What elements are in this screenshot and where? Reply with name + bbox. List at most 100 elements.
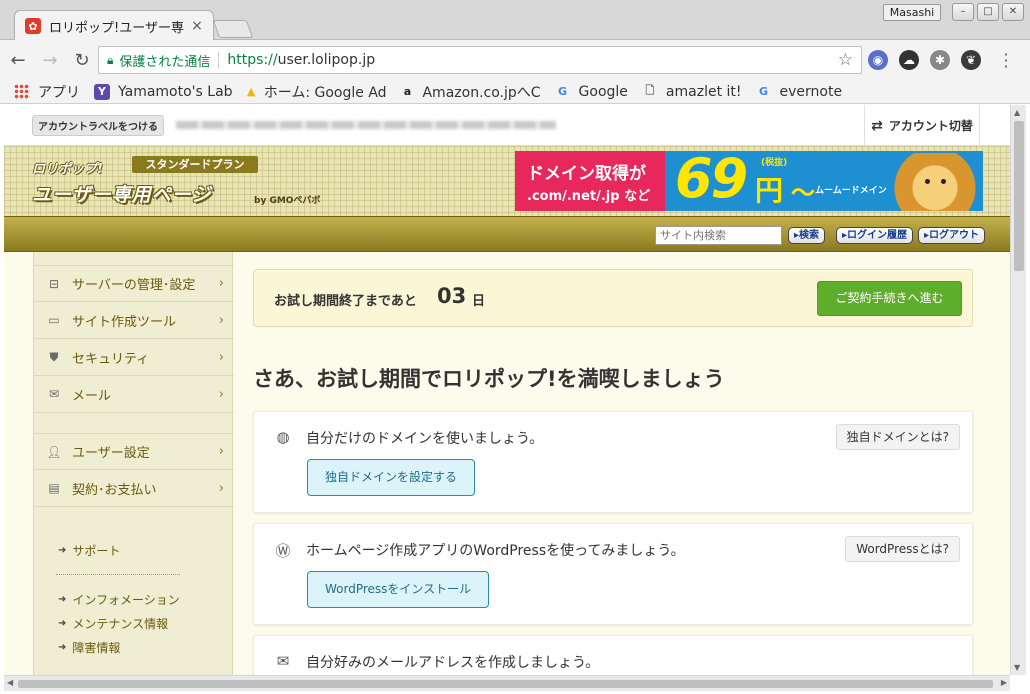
header-banner: ロリポップ! スタンダードプラン ユーザー専用ページ by GMOペパボ ドメイ… [4, 146, 1010, 216]
logo-top-text: ロリポップ! [32, 162, 103, 177]
lock-icon: 🔒︎ [107, 52, 114, 67]
bookmark-label: アプリ [38, 84, 80, 101]
bookmark-yamamoto[interactable]: Y Yamamoto's Lab [94, 83, 233, 100]
tool-strip: ▸検索 ▸ログイン履歴 ▸ログアウト [4, 216, 1010, 252]
credit-card-icon: ▤ [48, 481, 60, 495]
extension-cloud-icon[interactable]: ☁ [899, 50, 919, 70]
bookmark-amazon[interactable]: a Amazon.co.jpへC [401, 82, 541, 102]
dog-image [887, 153, 983, 211]
account-switch-label: アカウント切替 [888, 119, 973, 133]
sidebar-item-security[interactable]: ⛊ セキュリティ › [34, 339, 234, 376]
sidebar-link-outage[interactable]: ➜ 障害情報 [58, 639, 120, 656]
reload-icon[interactable]: ↻ [68, 46, 96, 74]
sidebar-link-maintenance[interactable]: ➜ メンテナンス情報 [58, 615, 168, 632]
chevron-right-icon: › [218, 276, 224, 291]
sidebar-link-information[interactable]: ➜ インフォメーション [58, 591, 180, 608]
back-arrow-icon[interactable]: ← [4, 46, 32, 74]
envelope-icon: ✉ [276, 652, 290, 670]
set-domain-button[interactable]: 独自ドメインを設定する [307, 459, 476, 496]
ad-brand: ムームードメイン [815, 186, 887, 196]
amazon-icon: a [403, 85, 412, 98]
new-tab-button[interactable] [212, 20, 254, 38]
bookmark-evernote[interactable]: G evernote [756, 83, 843, 100]
menu-dots-icon[interactable]: · · · [1000, 47, 1012, 75]
bookmark-label: amazlet it! [665, 83, 742, 100]
ad-line2: .com/.net/.jp など [527, 189, 651, 204]
card-text: 自分好みのメールアドレスを作成しましょう。 [306, 655, 600, 671]
login-history-button[interactable]: ▸ログイン履歴 [836, 227, 914, 244]
maximize-button[interactable]: □ [977, 3, 999, 21]
vertical-scroll-thumb[interactable] [1014, 121, 1024, 271]
contract-button[interactable]: ご契約手続きへ進む [817, 281, 962, 316]
ad-banner[interactable]: ドメイン取得が .com/.net/.jp など 69 (税抜) 円 ～ ムーム… [515, 151, 983, 211]
ad-left-panel: ドメイン取得が .com/.net/.jp など [515, 151, 665, 211]
install-wordpress-button[interactable]: WordPressをインストール [307, 571, 490, 608]
dog-eye [941, 179, 946, 184]
arrow-right-icon: ➜ [58, 545, 67, 556]
scroll-right-icon[interactable]: ▶ [1001, 678, 1007, 687]
sidebar-item-mail[interactable]: ✉ メール › [34, 376, 234, 413]
browser-tab[interactable]: ✿ ロリポップ!ユーザー専 × [14, 10, 214, 41]
wordpress-icon: Ⓦ [275, 542, 291, 560]
sidebar-item-label: セキュリティ [72, 351, 150, 367]
ad-line1: ドメイン取得が [527, 164, 646, 184]
extension-puzzle-icon[interactable]: ✱ [930, 50, 950, 70]
vertical-scrollbar[interactable]: ▲ ▼ [1010, 105, 1026, 675]
chevron-right-icon: › [218, 480, 224, 496]
sidebar-item-site-tools[interactable]: ▭ サイト作成ツール › [34, 302, 234, 339]
dog-eye [925, 179, 930, 184]
domain-help-button[interactable]: 独自ドメインとは? [835, 424, 960, 450]
address-bar[interactable]: 🔒︎ 保護された通信 https:// user.lolipop.jp ☆ [98, 46, 862, 74]
sidebar-link-support[interactable]: ➜ サポート [58, 542, 120, 559]
chevron-right-icon: › [218, 444, 224, 459]
scroll-up-icon[interactable]: ▲ [1014, 108, 1020, 117]
scroll-down-icon[interactable]: ▼ [1014, 663, 1020, 672]
server-icon: ⊟ [48, 276, 60, 291]
sidebar-divider [56, 574, 180, 575]
logo-by-text: by GMOペパボ [254, 196, 321, 206]
account-label-button[interactable]: アカウントラベルをつける [32, 114, 164, 136]
logout-button[interactable]: ▸ログアウト [918, 227, 986, 244]
horizontal-scroll-thumb[interactable] [18, 680, 993, 688]
sidebar-link-label: メンテナンス情報 [72, 617, 169, 631]
bookmark-label: Amazon.co.jpへC [422, 84, 541, 101]
logo-main-text[interactable]: ユーザー専用ページ [32, 180, 211, 207]
url-host: user.lolipop.jp [277, 52, 376, 68]
card-text: ホームページ作成アプリのWordPressを使ってみましょう。 [306, 543, 685, 559]
redacted-account-info [176, 121, 556, 129]
sidebar-item-user-settings[interactable]: 👤︎ ユーザー設定 › [34, 433, 234, 470]
site-search-input[interactable] [655, 226, 782, 245]
close-window-button[interactable]: ✕ [1002, 3, 1024, 21]
extension-globe-icon[interactable]: ◉ [868, 50, 888, 70]
sidebar-link-label: サポート [72, 544, 121, 558]
url-scheme: https:// [227, 52, 278, 68]
star-icon[interactable]: ☆ [838, 50, 853, 70]
y-icon: Y [94, 83, 110, 100]
forward-arrow-icon[interactable]: → [36, 46, 64, 74]
bookmark-google[interactable]: G Google [555, 84, 628, 100]
profile-button[interactable]: Masashi [883, 4, 941, 21]
bookmark-apps[interactable]: アプリ [14, 82, 80, 102]
bookmark-google-ads[interactable]: ▲ ホーム: Google Ad [247, 82, 387, 102]
sidebar-item-billing[interactable]: ▤ 契約･お支払い › [34, 470, 234, 507]
domain-card: ◍ 自分だけのドメインを使いましょう。 独自ドメインとは? 独自ドメインを設定す… [253, 411, 973, 513]
browser-toolbar: ← → ↻ 🔒︎ 保護された通信 https:// user.lolipop.j… [0, 40, 1030, 80]
card-text: 自分だけのドメインを使いましょう。 [306, 431, 544, 447]
evernote-elephant-icon[interactable]: ❦ [961, 50, 981, 70]
bookmark-label: evernote [779, 83, 843, 100]
ad-yen: 円 [755, 174, 784, 207]
bookmark-amazlet[interactable]: 🗋︎ amazlet it! [642, 83, 742, 100]
scroll-left-icon[interactable]: ◀ [7, 678, 13, 687]
account-switch-button[interactable]: ⇄ アカウント切替 [864, 105, 980, 146]
search-button[interactable]: ▸検索 [788, 227, 826, 244]
trial-notice: お試し期間終了まであと 03 日 ご契約手続きへ進む [253, 269, 973, 327]
minimize-button[interactable]: – [952, 3, 974, 21]
tab-close-icon[interactable]: × [189, 18, 205, 34]
url-separator [218, 52, 220, 68]
page-icon: 🗋︎ [645, 84, 655, 97]
sidebar-item-server[interactable]: ⊟ サーバーの管理･設定 › [34, 265, 234, 302]
bookmark-label: Google [578, 83, 628, 100]
horizontal-scrollbar[interactable]: ◀ ▶ [4, 675, 1010, 691]
wordpress-help-button[interactable]: WordPressとは? [845, 536, 960, 562]
laptop-icon: ▭ [48, 313, 60, 327]
